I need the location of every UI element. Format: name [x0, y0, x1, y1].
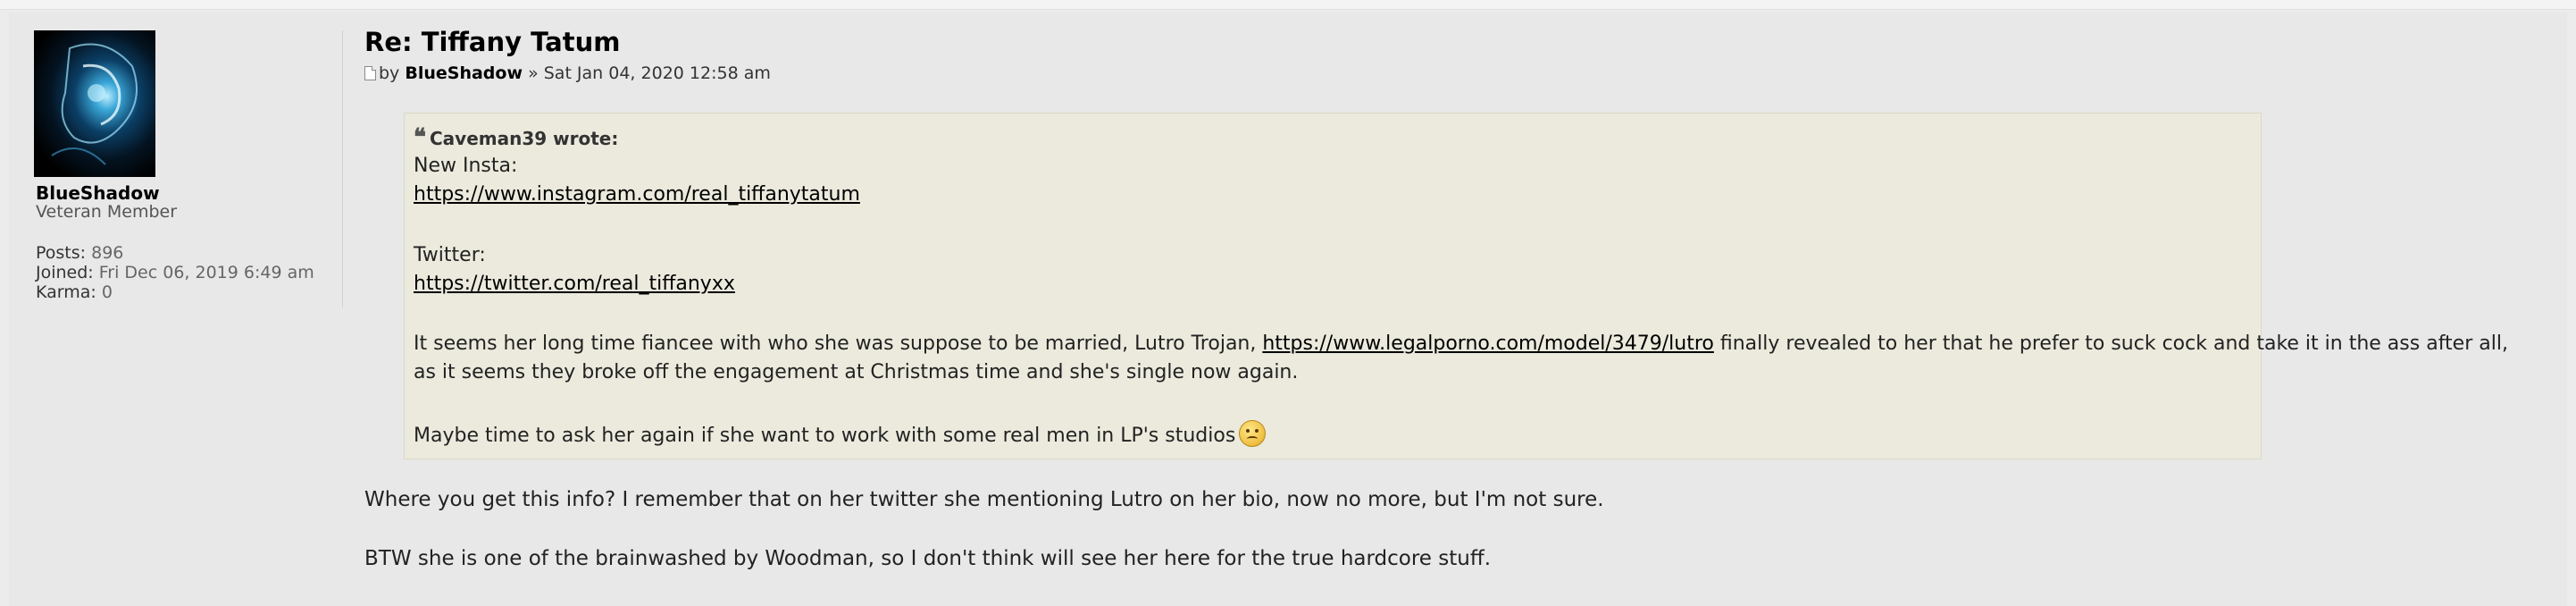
quote-para-a: It seems her long time fiancee with who …	[414, 332, 1263, 355]
quote-paragraph-line2: as it seems they broke off the engagemen…	[414, 361, 1299, 383]
posts-stat: Posts: 896	[36, 243, 123, 263]
meta-separator: »	[528, 63, 539, 83]
avatar[interactable]	[34, 30, 155, 177]
quote-header: ❝ Caveman39 wrote:	[414, 124, 618, 151]
post-meta: by BlueShadow » Sat Jan 04, 2020 12:58 a…	[364, 63, 771, 83]
posts-label: Posts:	[36, 243, 87, 263]
karma-label: Karma:	[36, 282, 96, 302]
post-profile: BlueShadow Veteran Member Posts: 896 Joi…	[34, 30, 343, 307]
user-rank: Veteran Member	[36, 202, 178, 222]
quote-line-insta-label: New Insta:	[414, 155, 518, 177]
instagram-link[interactable]: https://www.instagram.com/real_tiffanyta…	[414, 183, 860, 206]
quote-block: ❝ Caveman39 wrote: New Insta: https://www…	[404, 113, 2508, 459]
reply-line2: BTW she is one of the brainwashed by Woo…	[364, 547, 1492, 570]
quote-paragraph-line1: It seems her long time fiancee with who …	[414, 332, 2508, 355]
username[interactable]: BlueShadow	[36, 182, 160, 204]
forum-post: BlueShadow Veteran Member Posts: 896 Joi…	[9, 13, 2567, 606]
avatar-image	[51, 43, 138, 165]
quote-icon: ❝	[414, 124, 426, 151]
karma-stat: Karma: 0	[36, 282, 113, 302]
quote-line-insta-link: https://www.instagram.com/real_tiffanyta…	[414, 183, 860, 206]
quote-line-twitter-label: Twitter:	[414, 244, 486, 266]
quote-last-line: Maybe time to ask her again if she want …	[414, 420, 1267, 447]
joined-stat: Joined: Fri Dec 06, 2019 6:49 am	[36, 263, 314, 282]
quote-last-text: Maybe time to ask her again if she want …	[414, 425, 1236, 447]
post-title[interactable]: Re: Tiffany Tatum	[364, 27, 620, 57]
meta-by: by	[379, 63, 400, 83]
quote-author: Caveman39 wrote:	[430, 128, 619, 149]
reply-line1: Where you get this info? I remember that…	[364, 488, 1604, 511]
karma-value: 0	[101, 282, 113, 302]
post-icon[interactable]	[364, 66, 376, 80]
legalporno-link[interactable]: https://www.legalporno.com/model/3479/lu…	[1262, 332, 1714, 355]
post-author[interactable]: BlueShadow	[405, 63, 523, 83]
joined-value: Fri Dec 06, 2019 6:49 am	[98, 263, 314, 282]
posts-value[interactable]: 896	[91, 243, 123, 263]
quote-line-twitter-link: https://twitter.com/real_tiffanyxx	[414, 273, 735, 295]
post-date: Sat Jan 04, 2020 12:58 am	[543, 63, 771, 83]
top-strip	[0, 0, 2576, 10]
twitter-link[interactable]: https://twitter.com/real_tiffanyxx	[414, 273, 735, 295]
smiley-icon	[1239, 420, 1267, 447]
joined-label: Joined:	[36, 263, 94, 282]
quote-para-b: finally revealed to her that he prefer t…	[1713, 332, 2508, 355]
